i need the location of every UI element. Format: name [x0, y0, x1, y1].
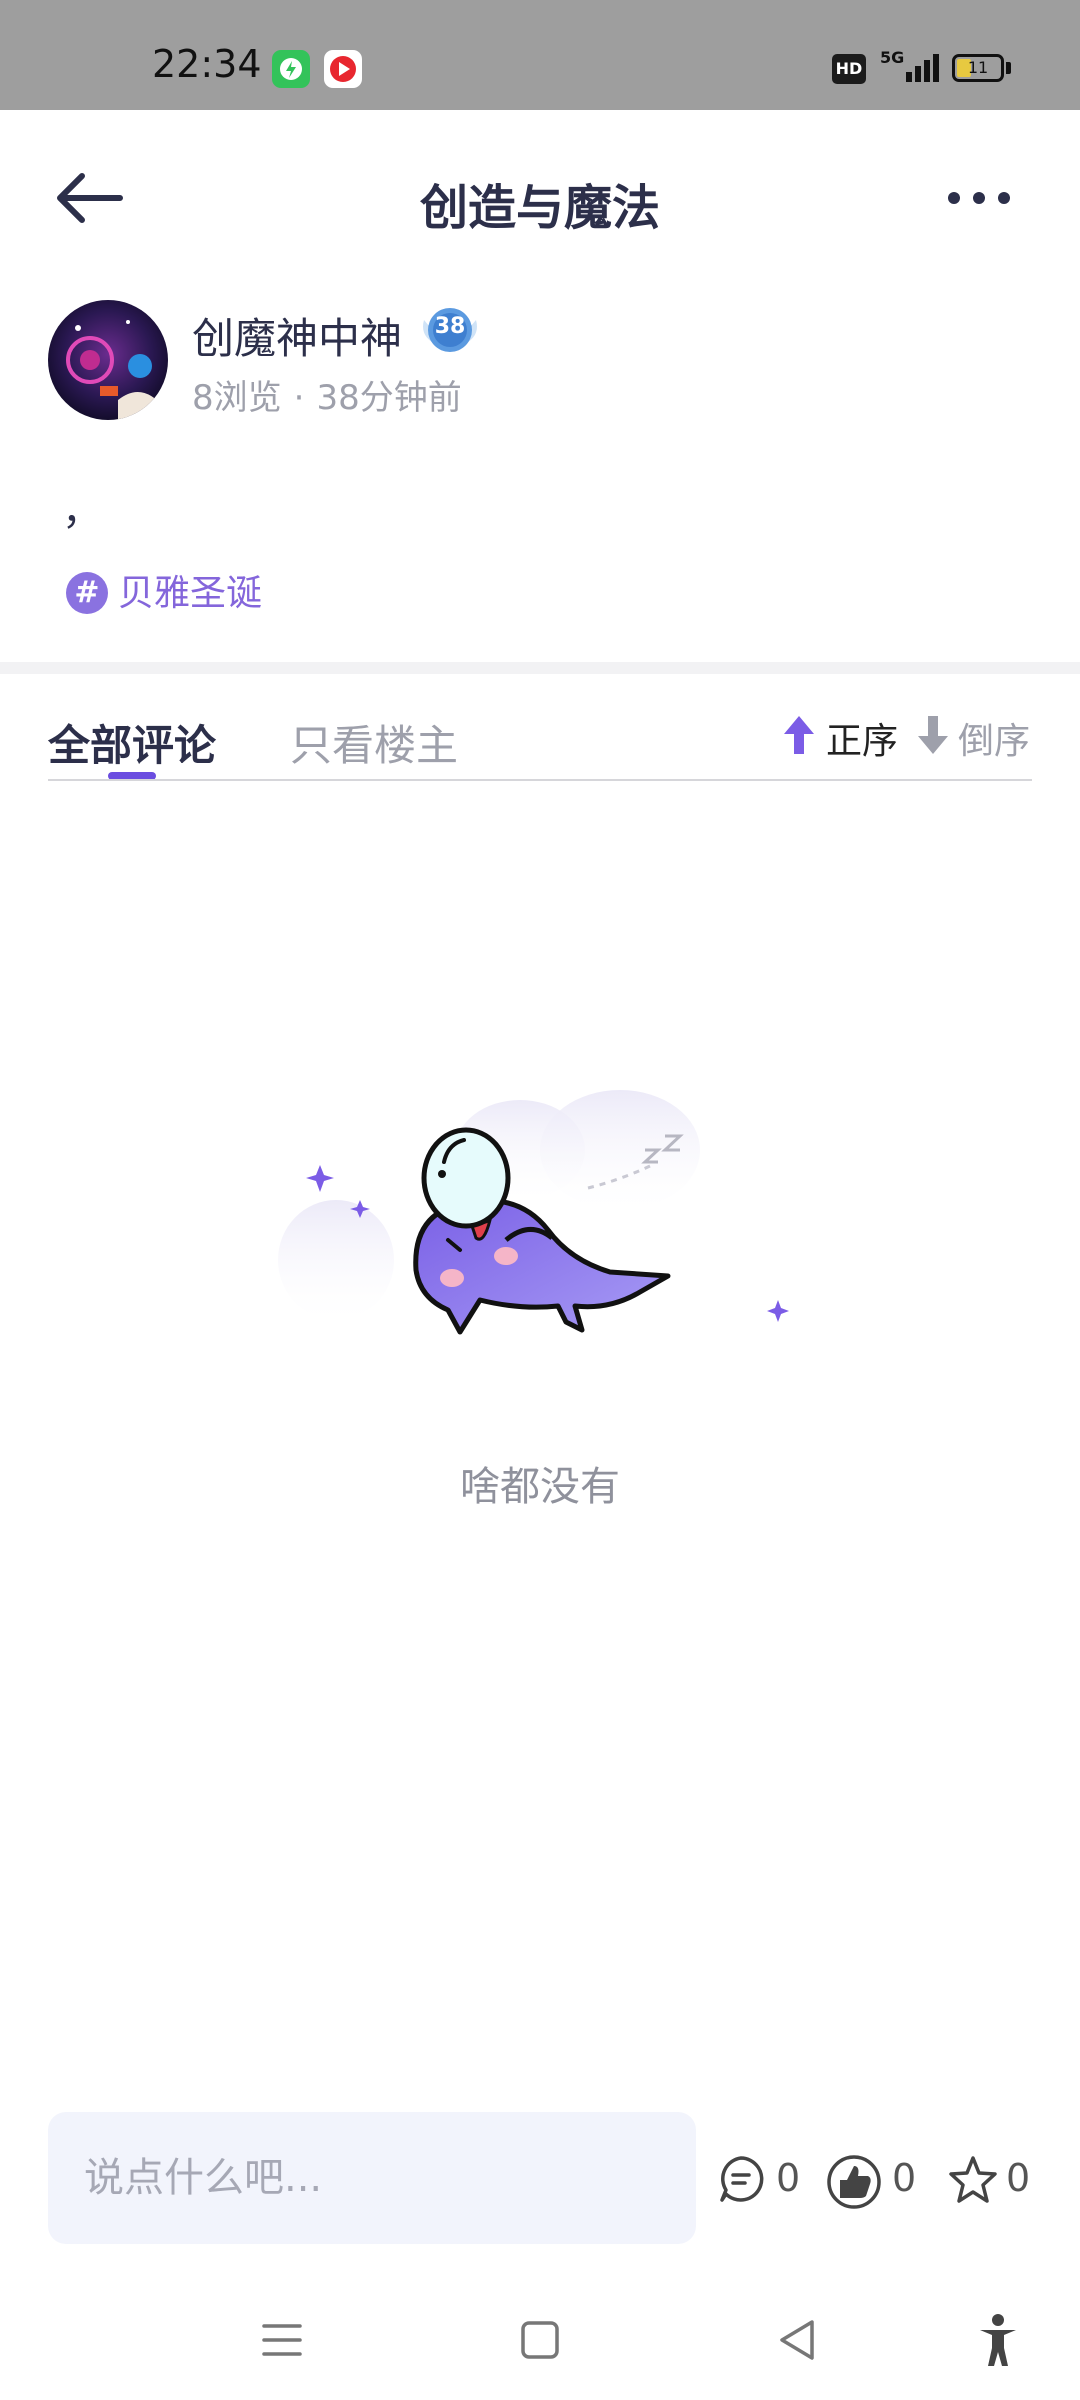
- author-name[interactable]: 创魔神中神: [192, 305, 402, 366]
- hashtag-icon: #: [66, 572, 108, 614]
- accessibility-icon[interactable]: [968, 2310, 1028, 2370]
- battery-level: 11: [967, 58, 989, 77]
- comment-count: 0: [776, 2156, 801, 2200]
- post-meta: 8浏览 · 38分钟前: [192, 370, 462, 419]
- hd-indicator: HD: [832, 54, 866, 84]
- star-icon: [949, 2156, 997, 2203]
- section-divider: [0, 662, 1080, 674]
- level-badge: 38: [418, 302, 482, 358]
- author-avatar[interactable]: [48, 300, 168, 420]
- meta-separator: ·: [293, 378, 305, 418]
- battery-icon: 11: [952, 54, 1004, 82]
- comment-bubble-icon: [720, 2156, 764, 2202]
- empty-state-text: 啥都没有: [460, 1464, 620, 1510]
- home-square-icon[interactable]: [510, 2310, 570, 2370]
- tab-host-only[interactable]: 只看楼主: [290, 712, 458, 773]
- topic-label: 贝雅圣诞: [118, 573, 263, 614]
- tab-all-comments[interactable]: 全部评论: [48, 712, 216, 773]
- post-time: 38分钟前: [316, 378, 462, 418]
- thumbs-up-icon: [827, 2155, 881, 2209]
- like-count: 0: [892, 2156, 917, 2200]
- battery-tip: [1006, 62, 1011, 74]
- signal-strength-icon: [906, 54, 939, 82]
- video-app-notification-icon: [324, 50, 362, 88]
- app-notification-icon: [272, 50, 310, 88]
- back-triangle-icon[interactable]: [768, 2310, 828, 2370]
- menu-icon[interactable]: [252, 2310, 312, 2370]
- arrow-down-icon: [918, 716, 948, 754]
- arrow-up-icon: [784, 716, 814, 754]
- favorite-count: 0: [1006, 2156, 1031, 2200]
- tab-underline: [48, 779, 1032, 781]
- sort-descending-label: 倒序: [958, 721, 1031, 762]
- status-time: 22:34: [152, 42, 262, 86]
- page-title: 创造与魔法: [419, 180, 660, 236]
- sort-ascending-label: 正序: [826, 721, 899, 762]
- comment-input[interactable]: [48, 2112, 696, 2244]
- level-number: 38: [434, 314, 466, 339]
- sleeping-dolphin-illustration: [278, 1090, 789, 1335]
- post-content: ，: [62, 488, 102, 534]
- more-dots-icon[interactable]: [946, 186, 1012, 210]
- view-count: 8浏览: [192, 378, 282, 418]
